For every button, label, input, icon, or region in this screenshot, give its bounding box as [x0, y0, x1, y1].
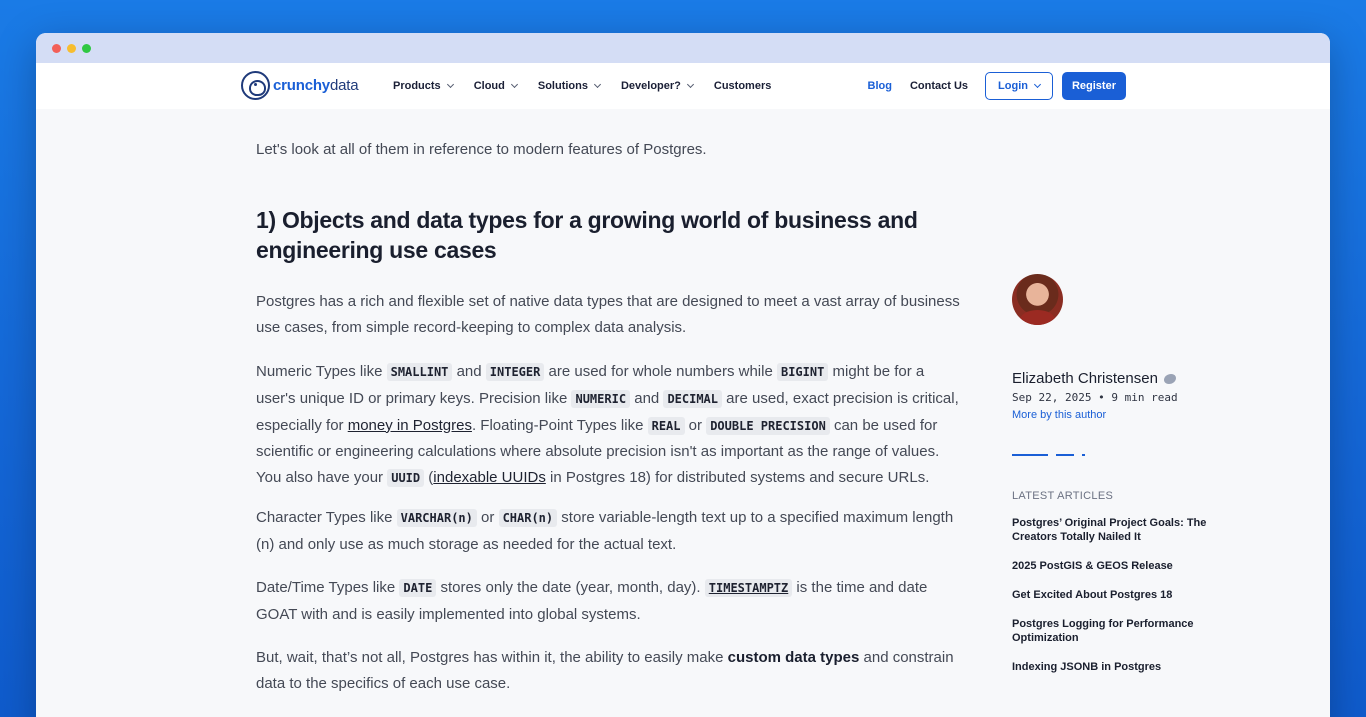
- author-info: Elizabeth Christensen: [1012, 370, 1176, 387]
- elephant-logo-icon: [241, 71, 270, 100]
- code-smallint: SMALLINT: [386, 363, 453, 381]
- browser-window: crunchydata Products Cloud Solutions Dev…: [36, 33, 1330, 717]
- chevron-down-icon: [1033, 80, 1042, 89]
- chevron-down-icon: [446, 80, 454, 89]
- menu-item-cloud[interactable]: Cloud: [474, 80, 518, 92]
- minimize-window-button[interactable]: [67, 44, 76, 53]
- author-avatar[interactable]: [1012, 274, 1063, 325]
- menu-item-customers[interactable]: Customers: [714, 80, 771, 92]
- latest-articles-list: Postgres’ Original Project Goals: The Cr…: [1012, 516, 1212, 689]
- section-heading: 1) Objects and data types for a growing …: [256, 207, 918, 263]
- code-real: REAL: [647, 416, 685, 435]
- login-button[interactable]: Login: [985, 72, 1053, 100]
- author-name[interactable]: Elizabeth Christensen: [1012, 370, 1158, 387]
- code-numeric: NUMERIC: [571, 389, 631, 408]
- maximize-window-button[interactable]: [82, 44, 91, 53]
- code-double-precision: DOUBLE PRECISION: [706, 416, 830, 435]
- latest-article-link[interactable]: Postgres Logging for Performance Optimiz…: [1012, 617, 1212, 645]
- table-of-contents-progress: [1012, 454, 1092, 456]
- menu-item-products[interactable]: Products: [393, 80, 454, 92]
- logo-text: crunchydata: [273, 77, 359, 94]
- paragraph-numeric-types: Numeric Types like SMALLINT and INTEGER …: [256, 363, 959, 488]
- chevron-down-icon: [686, 80, 694, 89]
- indexable-uuids-link[interactable]: indexable UUIDs: [433, 469, 546, 486]
- window-titlebar: [36, 33, 1330, 63]
- chevron-down-icon: [510, 80, 518, 89]
- chevron-down-icon: [593, 80, 602, 89]
- top-navigation: crunchydata Products Cloud Solutions Dev…: [36, 63, 1330, 109]
- paragraph-character-types: Character Types like VARCHAR(n) or CHAR(…: [256, 509, 954, 553]
- latest-articles-heading: LATEST ARTICLES: [1012, 490, 1114, 502]
- latest-article-link[interactable]: 2025 PostGIS & GEOS Release: [1012, 559, 1212, 573]
- custom-data-types-bold: custom data types: [727, 649, 860, 666]
- money-in-postgres-link[interactable]: money in Postgres: [348, 417, 472, 434]
- code-integer: INTEGER: [485, 363, 545, 381]
- intro-paragraph: Let's look at all of them in reference t…: [256, 141, 707, 158]
- menu-item-solutions[interactable]: Solutions: [538, 80, 602, 92]
- code-date: DATE: [399, 579, 437, 597]
- register-button[interactable]: Register: [1061, 72, 1126, 100]
- crunchy-data-logo[interactable]: crunchydata: [241, 71, 359, 100]
- paragraph-date-time-types: Date/Time Types like DATE stores only th…: [256, 579, 928, 623]
- blog-link[interactable]: Blog: [868, 80, 892, 92]
- post-meta: Sep 22, 2025 • 9 min read: [1012, 391, 1178, 404]
- right-navigation: Blog Contact Us Login Register: [868, 63, 1126, 109]
- code-uuid: UUID: [387, 469, 425, 488]
- code-bigint: BIGINT: [776, 363, 829, 381]
- latest-article-link[interactable]: Indexing JSONB in Postgres: [1012, 660, 1212, 674]
- more-by-author-link[interactable]: More by this author: [1012, 409, 1106, 421]
- twitter-icon[interactable]: [1163, 373, 1176, 384]
- code-varchar: VARCHAR(n): [396, 509, 477, 527]
- latest-article-link[interactable]: Get Excited About Postgres 18: [1012, 588, 1212, 602]
- close-window-button[interactable]: [52, 44, 61, 53]
- code-char: CHAR(n): [498, 509, 558, 527]
- menu-item-developer[interactable]: Developer?: [621, 80, 694, 92]
- contact-us-link[interactable]: Contact Us: [910, 80, 968, 92]
- paragraph-custom-types: But, wait, that’s not all, Postgres has …: [256, 649, 954, 692]
- latest-article-link[interactable]: Postgres’ Original Project Goals: The Cr…: [1012, 516, 1212, 544]
- code-decimal: DECIMAL: [663, 389, 723, 408]
- paragraph-data-types: Postgres has a rich and flexible set of …: [256, 293, 960, 336]
- timestamptz-link[interactable]: TIMESTAMPTZ: [704, 579, 793, 597]
- main-menu: Products Cloud Solutions Developer? Cust…: [393, 63, 792, 109]
